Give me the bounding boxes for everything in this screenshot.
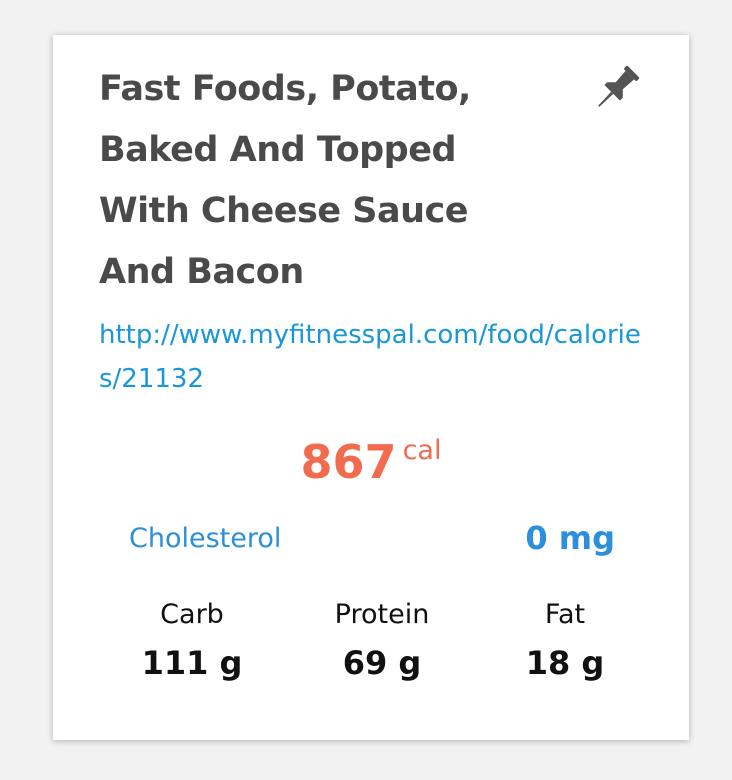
macro-protein: Protein 69 g bbox=[302, 595, 462, 691]
pushpin-icon bbox=[598, 65, 640, 107]
food-card: Fast Foods, Potato, Baked And Topped Wit… bbox=[53, 35, 689, 740]
cholesterol-value: 0 mg bbox=[525, 519, 615, 557]
macro-value: 69 g bbox=[342, 644, 422, 682]
calories-unit: cal bbox=[402, 435, 442, 466]
macro-fat: Fat 18 g bbox=[485, 595, 645, 691]
food-url-link[interactable]: http://www.myfitnesspal.com/food/calorie… bbox=[99, 313, 644, 401]
macro-carb: Carb 111 g bbox=[112, 595, 272, 691]
calories-display: 867 cal bbox=[53, 435, 689, 489]
food-title: Fast Foods, Potato, Baked And Topped Wit… bbox=[99, 69, 471, 292]
pin-button[interactable] bbox=[586, 61, 644, 119]
macro-label: Fat bbox=[544, 599, 586, 630]
calories-value: 867 bbox=[300, 435, 397, 489]
macro-label: Carb bbox=[160, 599, 224, 630]
cholesterol-label: Cholesterol bbox=[129, 523, 282, 554]
macro-value: 111 g bbox=[141, 644, 243, 682]
macro-value: 18 g bbox=[525, 644, 605, 682]
macro-label: Protein bbox=[334, 599, 430, 630]
